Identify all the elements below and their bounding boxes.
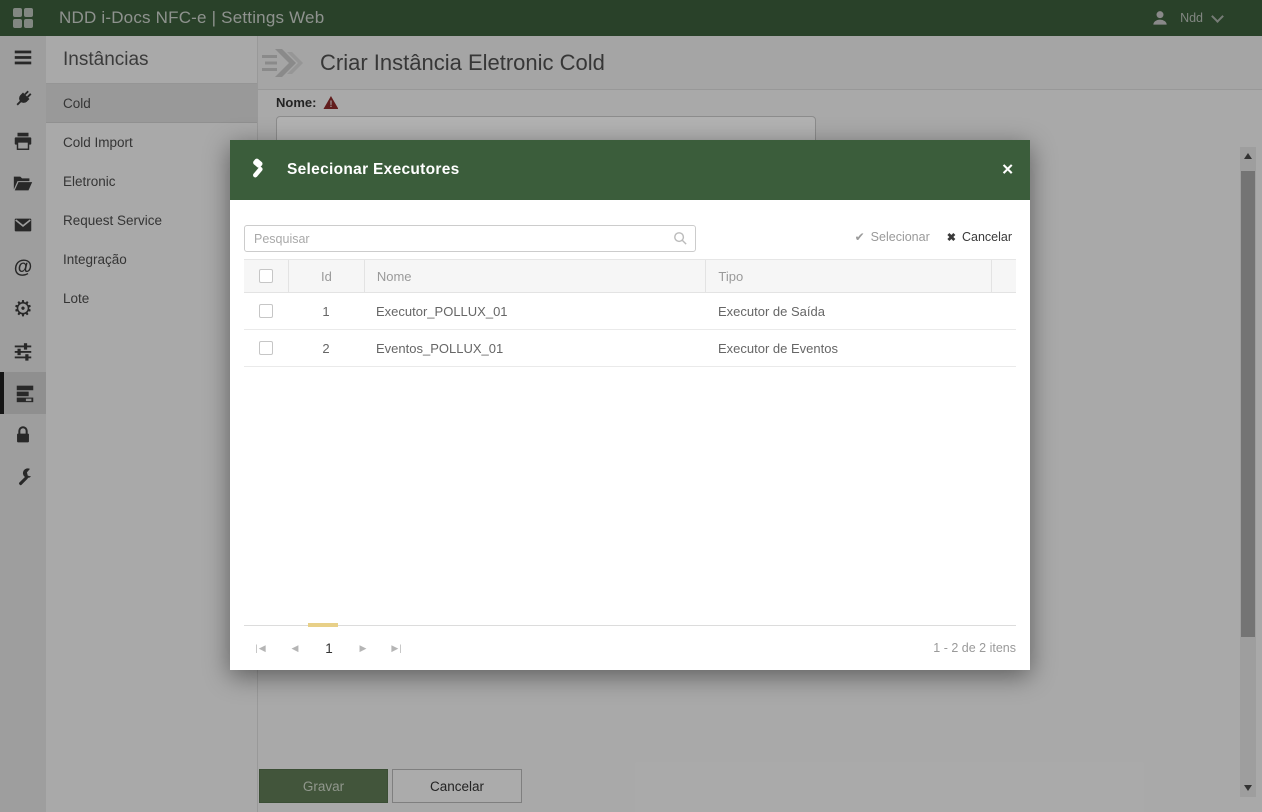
close-icon[interactable]: ✕: [1001, 163, 1014, 178]
column-header-filler: [991, 260, 1016, 292]
column-header-nome[interactable]: Nome: [364, 260, 706, 292]
cell-tipo: Executor de Eventos: [706, 330, 992, 366]
cell-id: 2: [288, 330, 364, 366]
last-page-icon[interactable]: ▶|: [380, 643, 414, 654]
check-icon: ✔: [855, 230, 865, 244]
select-executors-modal: Selecionar Executores ✕ ✔ Selecionar ✖ C…: [230, 140, 1030, 670]
page-number[interactable]: 1: [312, 641, 346, 656]
modal-cancel-button[interactable]: ✖ Cancelar: [947, 230, 1012, 244]
modal-body: ✔ Selecionar ✖ Cancelar Id Nome Tipo: [230, 200, 1030, 670]
search-input[interactable]: [244, 225, 696, 252]
table-row[interactable]: 2 Eventos_POLLUX_01 Executor de Eventos: [244, 330, 1016, 367]
row-checkbox[interactable]: [259, 304, 273, 318]
executors-table: Id Nome Tipo 1 Executor_POLLUX_01 Execut…: [244, 259, 1016, 367]
cell-id: 1: [288, 293, 364, 329]
cell-nome: Executor_POLLUX_01: [364, 293, 706, 329]
table-header-row: Id Nome Tipo: [244, 259, 1016, 293]
column-header-tipo[interactable]: Tipo: [705, 260, 991, 292]
previous-page-icon[interactable]: ◀: [278, 643, 312, 654]
search-icon: [673, 231, 688, 246]
modal-header: Selecionar Executores ✕: [230, 140, 1030, 200]
cell-nome: Eventos_POLLUX_01: [364, 330, 706, 366]
pager-summary: 1 - 2 de 2 itens: [933, 641, 1016, 655]
column-header-id[interactable]: Id: [288, 260, 364, 292]
select-all-checkbox[interactable]: [259, 269, 273, 283]
app-window: NDD i-Docs NFC-e | Settings Web Ndd: [0, 0, 1262, 812]
current-page-indicator: [308, 623, 338, 627]
gavel-icon: [246, 157, 273, 184]
row-checkbox[interactable]: [259, 341, 273, 355]
next-page-icon[interactable]: ▶: [346, 643, 380, 654]
select-button[interactable]: ✔ Selecionar: [855, 230, 930, 244]
x-icon: ✖: [947, 231, 956, 244]
modal-title: Selecionar Executores: [287, 161, 460, 179]
first-page-icon[interactable]: |◀: [244, 643, 278, 654]
cell-tipo: Executor de Saída: [706, 293, 992, 329]
pager: |◀ ◀ 1 ▶ ▶| 1 - 2 de 2 itens: [244, 625, 1016, 670]
table-row[interactable]: 1 Executor_POLLUX_01 Executor de Saída: [244, 293, 1016, 330]
